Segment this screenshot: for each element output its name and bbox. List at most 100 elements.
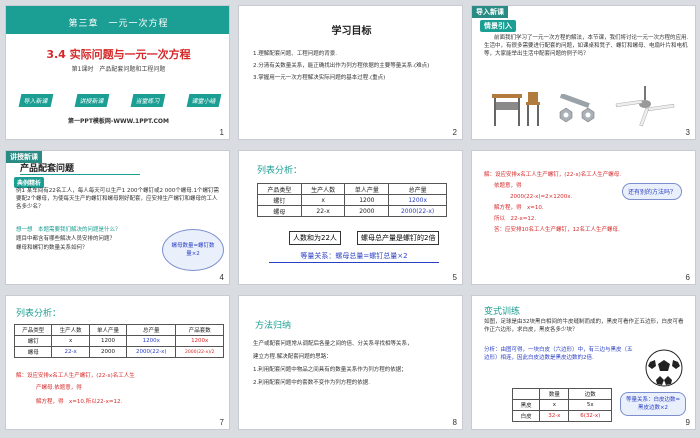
slide-7-thumbnail[interactable]: 列表分析： 产品类型 生产人数 单人产量 总产量 产品套数 螺钉 x 1200 … <box>5 295 230 430</box>
table-cell: 2000(22-x)/2 <box>175 346 224 358</box>
other-method-callout: 还有别的方法吗？ <box>622 183 683 200</box>
think-step: 想一想 本题需要我们解决的问题是什么？ <box>16 227 121 233</box>
table-cell: 1200x <box>388 194 447 206</box>
bolts-nuts-image <box>559 94 595 123</box>
section-label: 情景引入 <box>480 20 516 32</box>
nav-button-intro[interactable]: 导入新课 <box>18 94 54 107</box>
table-cell <box>511 388 541 400</box>
table-cell: 32-x <box>539 410 570 422</box>
table-cell: 生产人数 <box>300 183 346 195</box>
table-row: 螺钉 x 1200 1200x <box>257 194 447 206</box>
table-row: 螺钉 x 1200 1200x 1200x <box>13 335 224 347</box>
solution-line: 解方程，得 x=10.所以22-x=12. <box>36 399 123 405</box>
table-cell: 6(32-x) <box>568 410 612 422</box>
table-cell: 2000(22-x) <box>126 346 177 358</box>
thought-cloud: 螺母数量=螺钉数量×2 <box>162 229 224 271</box>
table-cell: 白皮 <box>511 410 541 422</box>
solution-line: 答：应安排10名工人生产螺钉，12名工人生产螺母. <box>494 227 620 233</box>
objective-item: 1.理解配套问题、工程问题的背景. <box>253 51 337 57</box>
summary-line: 建立方程.解决配套问题的思路： <box>253 354 332 360</box>
slide-number: 1 <box>219 128 224 137</box>
solution-line: 解：设应安排x名工人生产螺钉，(22-x)名工人生产螺母. <box>484 172 622 178</box>
table-row: 螺母 22-x 2000 2000(22-x) 2000(22-x)/2 <box>13 346 224 358</box>
table-cell: 产品类型 <box>257 183 302 195</box>
soccer-table: 数量 边数 黑皮 x 5x 白皮 32-x 6(32-x) <box>511 388 612 422</box>
relation-callout: 等量关系：白皮边数=黑皮边数×2 <box>620 392 686 416</box>
slide-8-thumbnail[interactable]: 方法归纳 生产或配套问题常从调配后各量之间的倍、分关系寻找相等关系， 建立方程.… <box>238 295 463 430</box>
slide-heading: 列表分析： <box>16 309 62 319</box>
analysis-table: 产品类型 生产人数 单人产量 总产量 产品套数 螺钉 x 1200 1200x … <box>13 324 224 358</box>
table-cell: 总产量 <box>126 324 177 336</box>
question-1: 题目中都含有哪些解决人员安排的问题？ <box>16 236 116 242</box>
ceiling-fan-image <box>615 86 675 127</box>
slide-2-thumbnail[interactable]: 学习目标 1.理解配套问题、工程问题的背景. 2.分清有关数量关系，能正确找出作… <box>238 5 463 140</box>
slide-number: 4 <box>219 273 224 282</box>
slide-heading: 方法归纳 <box>255 321 292 331</box>
table-cell: 边数 <box>568 388 612 400</box>
slide-number: 2 <box>452 128 457 137</box>
table-cell: 1200 <box>344 194 390 206</box>
section-tag: 导入新课 <box>472 6 508 18</box>
footer-website: 第一PPT模板网-WWW.1PPT.COM <box>68 118 169 125</box>
table-cell: 总产量 <box>388 183 447 195</box>
slide-4-thumbnail[interactable]: 讲授新课 产品配套问题 典例精析 例1 某车间有22名工人，每人每天可以生产1 … <box>5 150 230 285</box>
solution-line: 解方程，得 x=10. <box>494 205 544 211</box>
table-cell: 产品套数 <box>175 324 224 336</box>
slide-heading: 变式训练 <box>484 307 521 317</box>
table-row: 产品类型 生产人数 单人产量 总产量 产品套数 <box>13 324 224 336</box>
slide-subtitle: 第1课时 产品配套问题和工程问题 <box>71 66 166 73</box>
cloud-text: 螺母数量=螺钉数量×2 <box>171 243 215 257</box>
slide-number: 7 <box>219 418 224 427</box>
soccer-ball-image <box>645 349 683 387</box>
slide-title: 3.4 实际问题与一元一次方程 <box>46 48 191 61</box>
table-cell: 螺母 <box>13 346 53 358</box>
summary-line: 生产或配套问题常从调配后各量之间的倍、分关系寻找相等关系， <box>253 341 413 347</box>
solution-block: 解：设应安排x名工人生产螺钉，(22-x)名工人生产螺母. 依题意，得 2000… <box>484 171 684 234</box>
table-cell: 2000 <box>344 205 390 217</box>
summary-line: 2.利用配套问题中的套数不变作为列方程的依据. <box>253 380 370 386</box>
slide-number: 3 <box>685 128 690 137</box>
table-cell: 产品类型 <box>13 324 53 336</box>
table-cell: 黑皮 <box>511 399 541 411</box>
solution-line: 解：设应安排x名工人生产螺钉，(22-x)名工人生 <box>16 373 135 379</box>
table-cell: 螺钉 <box>13 335 53 347</box>
table-row: 数量 边数 <box>511 388 612 400</box>
table-cell: 螺母 <box>257 205 302 217</box>
slide-1-thumbnail[interactable]: 第三章 一元一次方程 3.4 实际问题与一元一次方程 第1课时 产品配套问题和工… <box>5 5 230 140</box>
slide-number: 6 <box>685 273 690 282</box>
table-row: 螺母 22-x 2000 2000(22-x) <box>257 205 447 217</box>
slide-9-thumbnail[interactable]: 变式训练 如图，足球是由32块黑白相间的牛皮缝制而成的，黑皮可看作正五边形，白皮… <box>471 295 696 430</box>
table-cell: 2000(22-x) <box>388 205 447 217</box>
table-cell: 数量 <box>539 388 570 400</box>
slide-heading: 学习目标 <box>331 26 372 37</box>
table-row: 白皮 32-x 6(32-x) <box>511 410 612 422</box>
desk-chair-image <box>492 92 540 126</box>
equation-relation: 等量关系：螺母总量=螺钉总量×2 <box>269 251 439 263</box>
chapter-banner: 第三章 一元一次方程 <box>6 6 229 34</box>
solution-line: 所以 22-x=12. <box>494 216 537 222</box>
objectives-list: 1.理解配套问题、工程问题的背景. 2.分清有关数量关系，能正确找出作为列方程依… <box>253 50 458 82</box>
analysis-text: 分析：由图可得，一块白皮（六边形）中，有三边与黑皮（五边形）相连，因此白皮边数是… <box>484 347 633 361</box>
table-cell: x <box>51 335 90 347</box>
solution-line: 产螺母.依题意，得 <box>36 385 82 391</box>
table-row: 产品类型 生产人数 单人产量 总产量 <box>257 183 447 195</box>
nav-button-practice[interactable]: 当堂练习 <box>130 94 166 107</box>
table-cell: 22-x <box>300 205 346 217</box>
nav-button-teach[interactable]: 讲授新课 <box>74 94 110 107</box>
objective-item: 2.分清有关数量关系，能正确找出作为列方程依据的主要等量关系.(难点) <box>253 63 430 69</box>
nav-button-summary[interactable]: 课堂小结 <box>186 94 222 107</box>
objective-item: 3.掌握用一元一次方程解决实际问题的基本过程.(重点) <box>253 75 386 81</box>
slide-3-thumbnail[interactable]: 导入新课 情景引入 前面我们学习了一元一次方程的解法，本节课，我们将讨论一元一次… <box>471 5 696 140</box>
table-cell: 生产人数 <box>51 324 90 336</box>
slide-6-thumbnail[interactable]: 解：设应安排x名工人生产螺钉，(22-x)名工人生产螺母. 依题意，得 2000… <box>471 150 696 285</box>
slide-5-thumbnail[interactable]: 列表分析： 产品类型 生产人数 单人产量 总产量 螺钉 x 1200 1200x… <box>238 150 463 285</box>
table-cell: x <box>300 194 346 206</box>
slide-number: 8 <box>452 418 457 427</box>
chapter-title: 第三章 一元一次方程 <box>68 19 169 29</box>
table-cell: 1200x <box>175 335 224 347</box>
people-sum-box: 人数和为22人 <box>289 231 341 245</box>
slide-number: 9 <box>685 418 690 427</box>
method-summary: 生产或配套问题常从调配后各量之间的倍、分关系寻找相等关系， 建立方程.解决配套问… <box>253 340 453 387</box>
table-cell: 单人产量 <box>88 324 128 336</box>
question-2: 螺母和螺钉的数量关系如何？ <box>16 245 88 251</box>
